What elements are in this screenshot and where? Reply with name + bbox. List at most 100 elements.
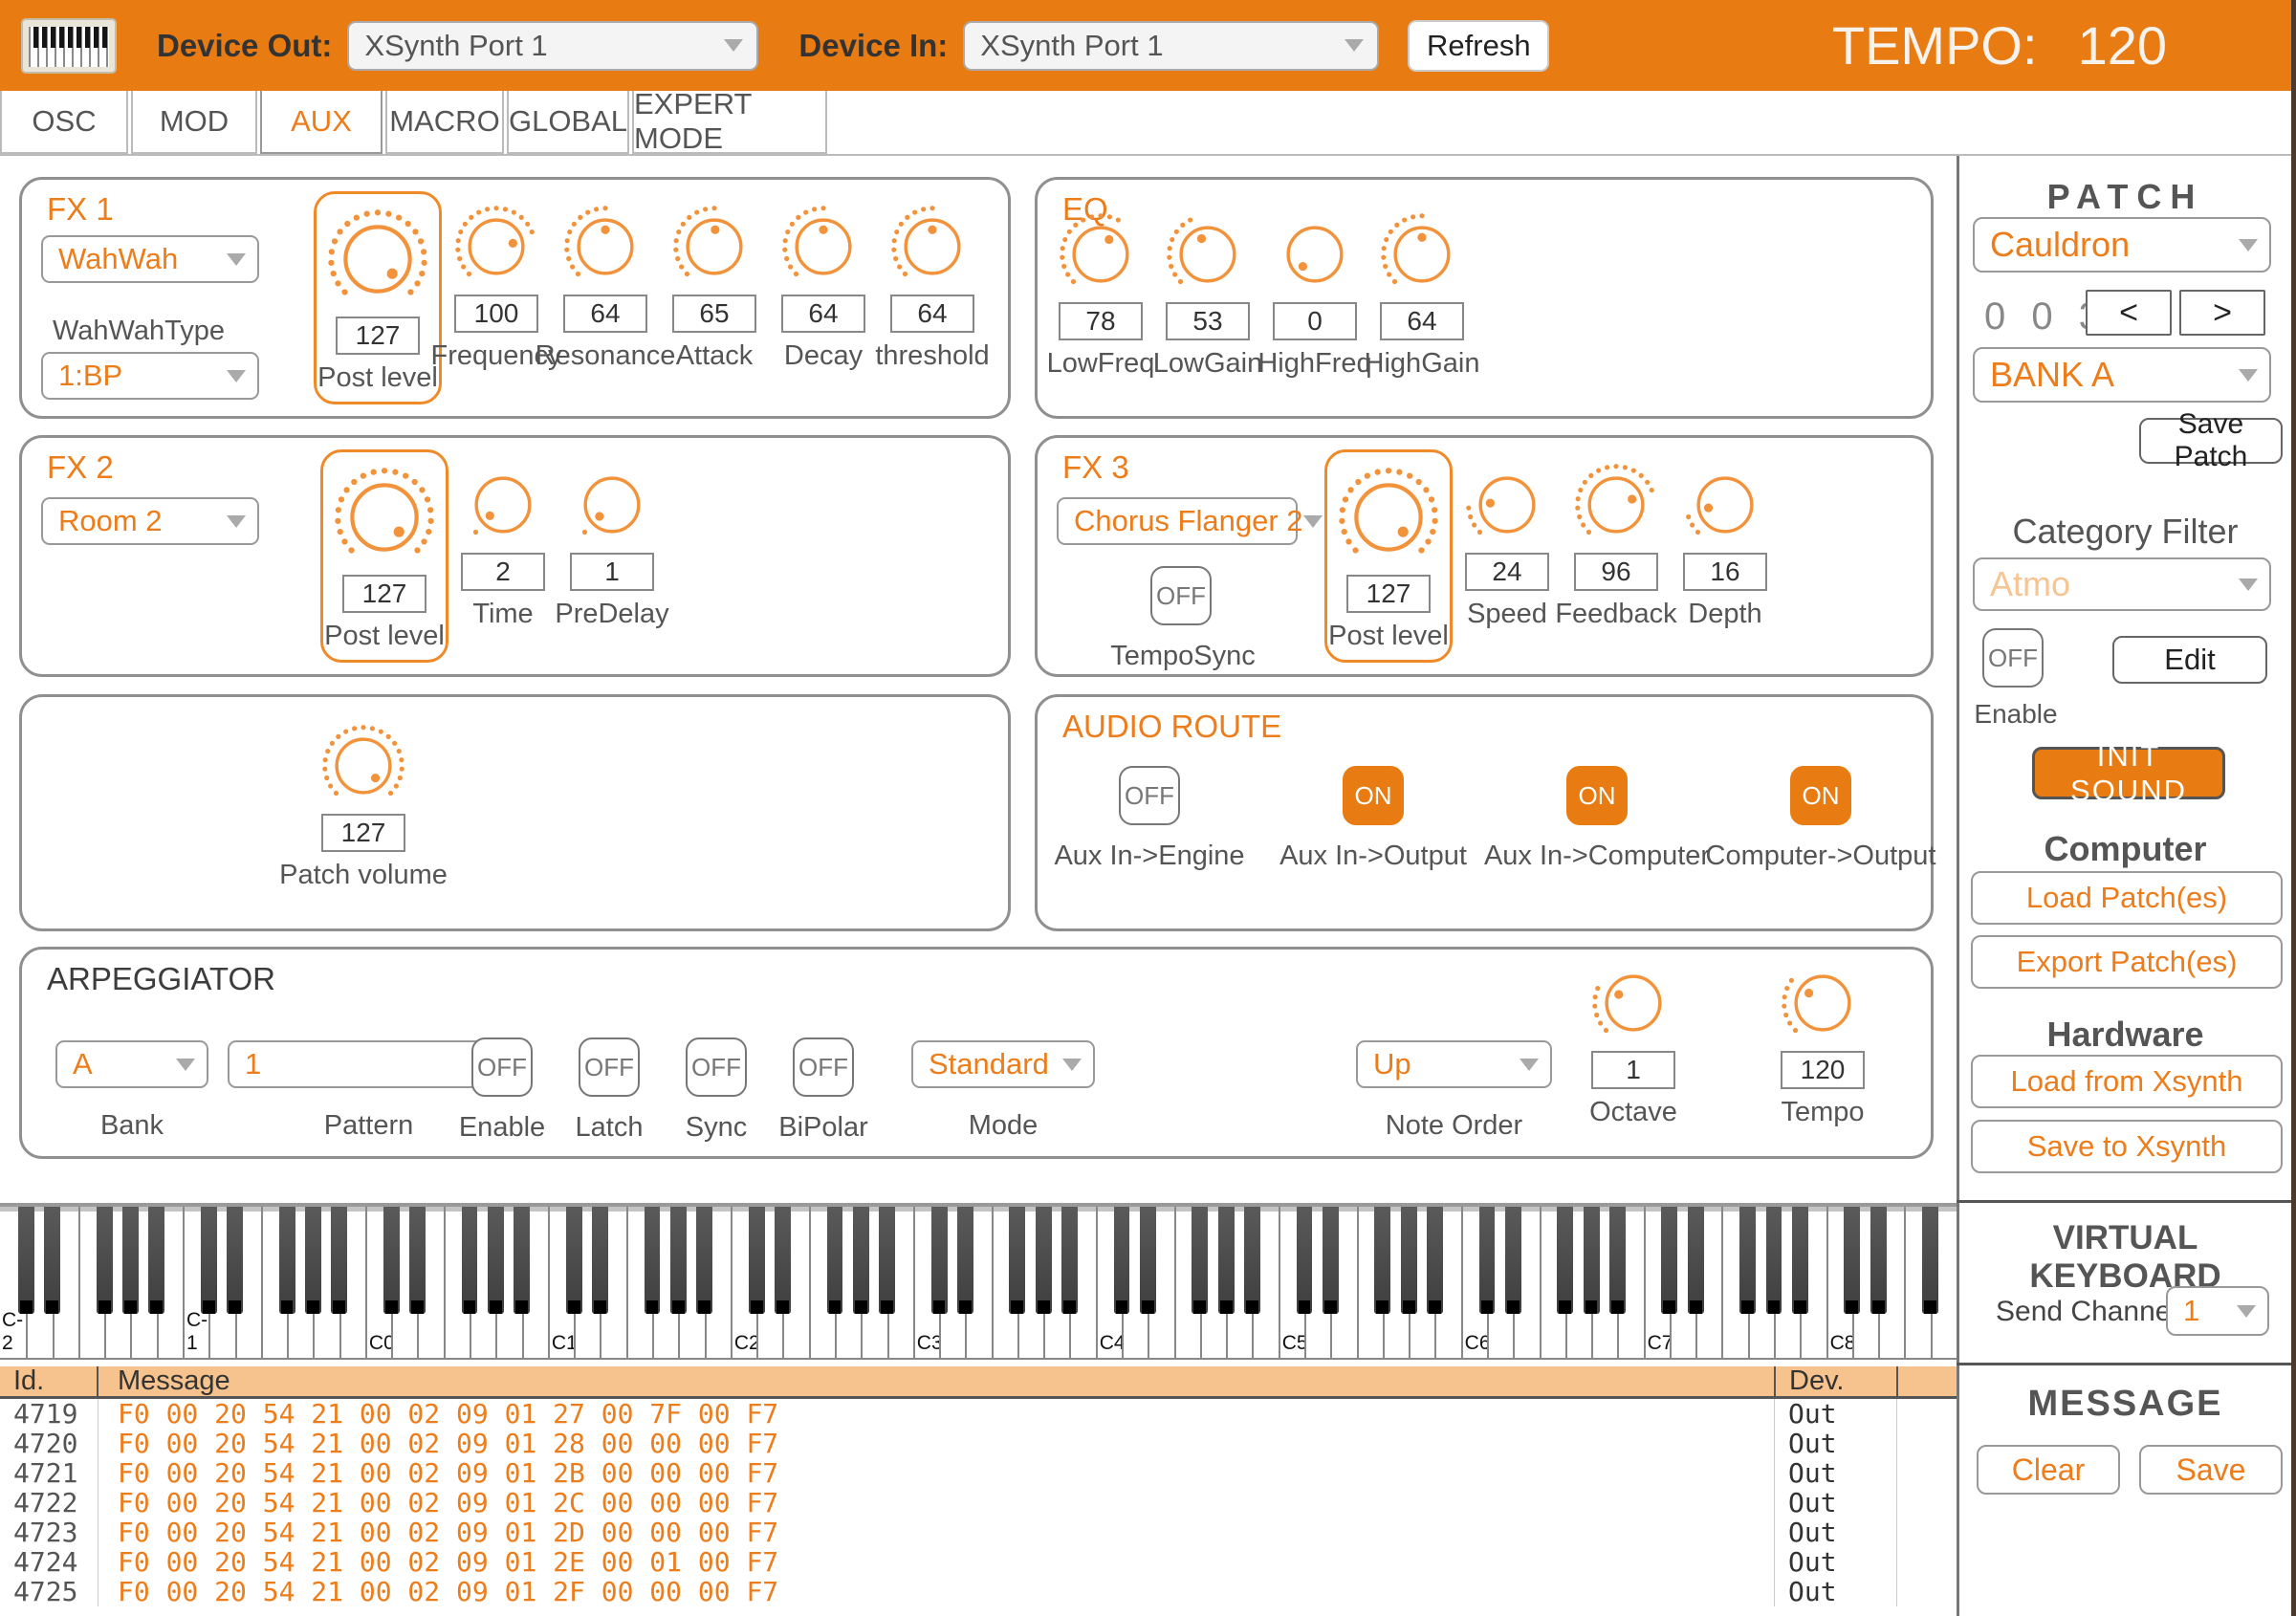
black-key[interactable] [1401,1207,1417,1314]
tab-mod[interactable]: MOD [131,91,257,154]
refresh-button[interactable]: Refresh [1408,20,1549,72]
black-key[interactable] [1844,1207,1860,1314]
device-in-select[interactable]: XSynth Port 1 [963,21,1379,71]
save-patch-button[interactable]: Save Patch [2139,418,2283,464]
black-key[interactable] [645,1207,661,1314]
knob-value-highfreq[interactable]: 0 [1273,302,1357,340]
black-key[interactable] [1009,1207,1025,1314]
category-edit-button[interactable]: Edit [2112,636,2267,684]
black-key[interactable] [1739,1207,1756,1314]
black-key[interactable] [488,1207,504,1314]
black-key[interactable] [1374,1207,1390,1314]
category-enable-toggle[interactable]: OFF [1982,628,2044,688]
tab-macro[interactable]: MACRO [385,91,504,154]
black-key[interactable] [1922,1207,1938,1314]
knob-value-lowfreq[interactable]: 78 [1059,302,1143,340]
black-key[interactable] [409,1207,426,1314]
init-sound-button[interactable]: INIT SOUND [2032,747,2225,799]
knob-value-predelay[interactable]: 1 [570,553,654,591]
toggle-aux-in-engine[interactable]: OFF [1119,766,1180,825]
fx2-effect-select[interactable]: Room 2 [41,497,259,545]
black-key[interactable] [696,1207,712,1314]
tab-global[interactable]: GLOBAL [507,91,629,154]
fx1-effect-select[interactable]: WahWah [41,235,259,283]
knob-dial[interactable] [1570,459,1662,551]
toggle-aux-in-computer[interactable]: ON [1566,766,1628,825]
knob-value-frequency[interactable]: 100 [454,295,538,333]
patch-name-select[interactable]: Cauldron [1973,217,2271,273]
black-key[interactable] [1505,1207,1521,1314]
fx1-type-select[interactable]: 1:BP [41,352,259,400]
black-key[interactable] [879,1207,895,1314]
toggle-sync[interactable]: OFF [686,1037,747,1097]
save-to-xsynth-button[interactable]: Save to Xsynth [1971,1120,2283,1173]
knob-dial[interactable] [1376,208,1468,300]
knob-value-threshold[interactable]: 64 [890,295,974,333]
black-key[interactable] [1427,1207,1443,1314]
category-filter-select[interactable]: Atmo [1973,557,2271,611]
black-key[interactable] [44,1207,60,1314]
knob-dial[interactable] [1269,208,1361,300]
knob-dial[interactable] [566,459,658,551]
knob-dial[interactable] [322,204,433,315]
fx3-effect-select[interactable]: Chorus Flanger 2 [1057,497,1298,545]
device-out-select[interactable]: XSynth Port 1 [347,21,758,71]
black-key[interactable] [1584,1207,1600,1314]
black-key[interactable] [227,1207,243,1314]
message-save-button[interactable]: Save [2139,1445,2283,1495]
black-key[interactable] [1479,1207,1496,1314]
knob-dial[interactable] [1587,957,1679,1049]
black-key[interactable] [775,1207,791,1314]
black-key[interactable] [18,1207,34,1314]
knob-value-post-level[interactable]: 127 [336,317,420,355]
knob-value-tempo[interactable]: 120 [1781,1051,1865,1089]
arp-mode-select[interactable]: Standard [911,1040,1095,1088]
knob-value-decay[interactable]: 64 [781,295,865,333]
knob-value-attack[interactable]: 65 [672,295,756,333]
black-key[interactable] [1323,1207,1339,1314]
message-clear-button[interactable]: Clear [1977,1445,2120,1495]
black-key[interactable] [957,1207,973,1314]
black-key[interactable] [670,1207,687,1314]
toggle-bipolar[interactable]: OFF [793,1037,854,1097]
tab-expert-mode[interactable]: EXPERT MODE [632,91,827,154]
knob-value-post-level[interactable]: 127 [1346,575,1431,613]
black-key[interactable] [1766,1207,1782,1314]
knob-dial[interactable] [886,201,978,293]
black-key[interactable] [749,1207,765,1314]
black-key[interactable] [1192,1207,1208,1314]
knob-dial[interactable] [329,462,440,573]
knob-value-time[interactable]: 2 [461,553,545,591]
black-key[interactable] [279,1207,295,1314]
knob-dial[interactable] [450,201,542,293]
black-key[interactable] [1036,1207,1052,1314]
black-key[interactable] [1557,1207,1573,1314]
black-key[interactable] [1792,1207,1808,1314]
black-key[interactable] [853,1207,869,1314]
black-key[interactable] [1661,1207,1677,1314]
knob-value-patch-volume[interactable]: 127 [321,814,405,852]
black-key[interactable] [331,1207,347,1314]
black-key[interactable] [201,1207,217,1314]
knob-value-octave[interactable]: 1 [1591,1051,1675,1089]
black-key[interactable] [148,1207,164,1314]
toggle-latch[interactable]: OFF [579,1037,640,1097]
knob-dial[interactable] [1162,208,1254,300]
black-key[interactable] [97,1207,113,1314]
toggle-computer-output[interactable]: ON [1790,766,1851,825]
knob-dial[interactable] [1777,957,1869,1049]
tab-aux[interactable]: AUX [260,91,383,154]
black-key[interactable] [827,1207,843,1314]
black-key[interactable] [122,1207,139,1314]
knob-dial[interactable] [1461,459,1553,551]
arp-note-order-select[interactable]: Up [1356,1040,1552,1088]
temposync-toggle[interactable]: OFF [1150,566,1212,625]
black-key[interactable] [1870,1207,1887,1314]
black-key[interactable] [1218,1207,1235,1314]
black-key[interactable] [592,1207,608,1314]
knob-value-lowgain[interactable]: 53 [1166,302,1250,340]
send-channel-select[interactable]: 1 [2166,1286,2269,1336]
patch-prev-button[interactable]: < [2086,290,2172,336]
black-key[interactable] [1609,1207,1626,1314]
knob-value-highgain[interactable]: 64 [1380,302,1464,340]
